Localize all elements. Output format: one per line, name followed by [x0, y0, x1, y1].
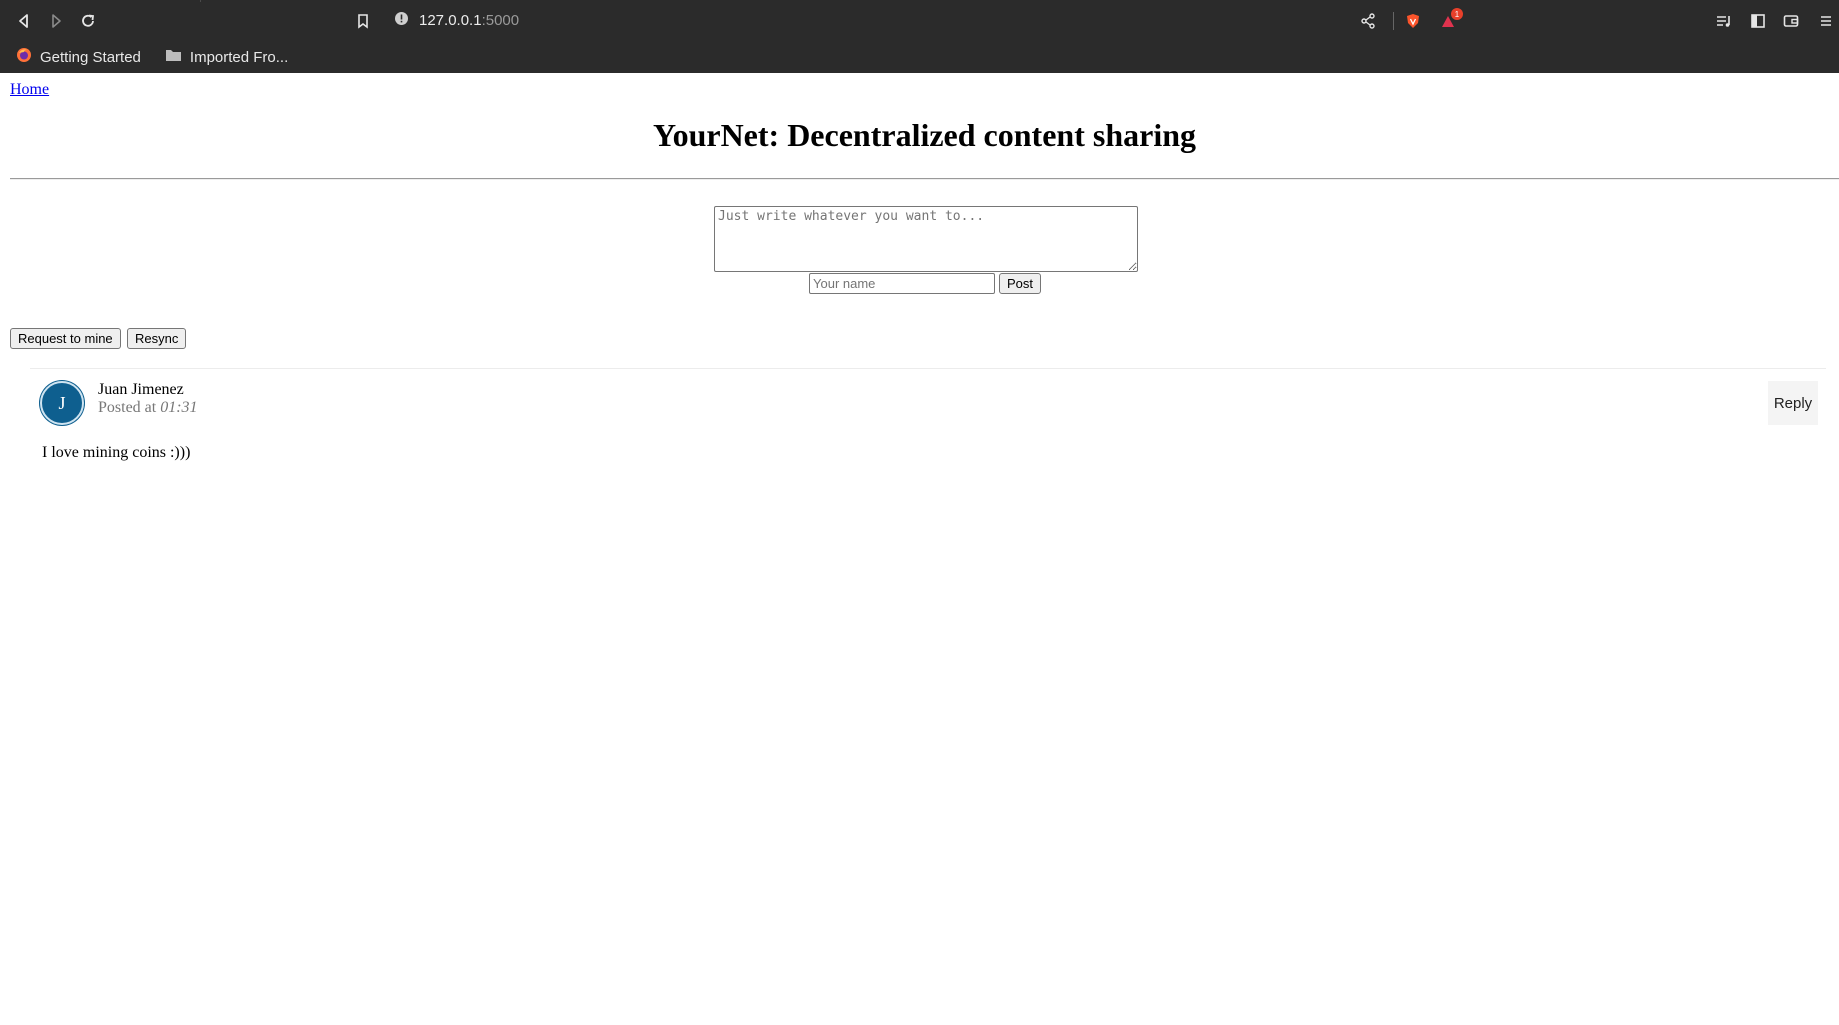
- menu-icon[interactable]: [1810, 5, 1839, 37]
- bookmark-folder-imported[interactable]: Imported Fro...: [165, 48, 288, 66]
- rewards-icon[interactable]: 1: [1432, 5, 1464, 37]
- share-icon[interactable]: [1352, 5, 1384, 37]
- page-content: Home YourNet: Decentralized content shar…: [2, 73, 1839, 1025]
- author-name-input[interactable]: [809, 273, 995, 294]
- url-port: :5000: [481, 12, 520, 29]
- folder-icon: [165, 48, 182, 66]
- url-host: 127.0.0.1: [419, 12, 482, 29]
- site-info-icon[interactable]: [394, 11, 409, 30]
- brave-shields-icon[interactable]: [1397, 5, 1429, 37]
- bookmark-getting-started[interactable]: Getting Started: [16, 47, 141, 67]
- back-icon[interactable]: [8, 5, 40, 37]
- bookmarks-bar: Getting Started Imported Fro...: [0, 41, 1839, 73]
- resync-button[interactable]: Resync: [127, 328, 187, 349]
- wallet-icon[interactable]: [1775, 5, 1807, 37]
- forward-icon[interactable]: [40, 5, 72, 37]
- feed-divider: [30, 368, 1826, 369]
- reload-icon[interactable]: [72, 5, 104, 37]
- firefox-icon: [16, 47, 32, 67]
- reply-button[interactable]: Reply: [1768, 381, 1818, 425]
- title-divider: [10, 178, 1839, 180]
- notification-badge: 1: [1451, 8, 1463, 20]
- address-bar[interactable]: 127.0.0.1:5000: [382, 4, 1392, 37]
- post-author: Juan Jimenez: [98, 381, 184, 398]
- post-time: 01:31: [160, 399, 198, 416]
- bookmark-label: Imported Fro...: [189, 48, 289, 66]
- playlist-icon[interactable]: [1708, 5, 1740, 37]
- bookmark-label: Getting Started: [40, 48, 141, 66]
- browser-toolbar: 127.0.0.1:5000 1: [0, 0, 1839, 41]
- avatar: J: [40, 381, 84, 425]
- post-button[interactable]: Post: [999, 273, 1042, 294]
- post-content: I love mining coins :))): [42, 444, 191, 461]
- bookmark-icon[interactable]: [347, 5, 379, 37]
- posted-prefix: Posted at: [98, 399, 157, 416]
- post-content-input[interactable]: [714, 206, 1138, 272]
- page-title: YourNet: Decentralized content sharing: [653, 117, 1196, 153]
- sidebar-icon[interactable]: [1742, 5, 1774, 37]
- request-to-mine-button[interactable]: Request to mine: [10, 328, 121, 349]
- post-timestamp: Posted at 01:31: [98, 399, 198, 417]
- home-link[interactable]: Home: [10, 81, 49, 99]
